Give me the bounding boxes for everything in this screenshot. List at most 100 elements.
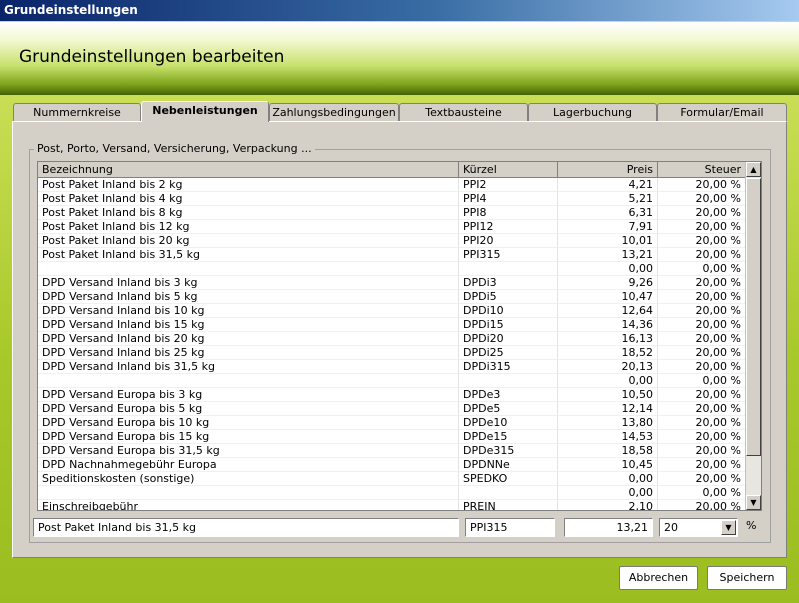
column-header-bezeichnung[interactable]: Bezeichnung bbox=[38, 162, 459, 178]
cell-kuerzel: SPEDKO bbox=[459, 472, 558, 486]
cell-bezeichnung: Speditionskosten (sonstige) bbox=[38, 472, 459, 486]
cell-preis: 0,00 bbox=[558, 472, 658, 486]
cell-kuerzel: DPDi20 bbox=[459, 332, 558, 346]
cell-preis: 20,13 bbox=[558, 360, 658, 374]
cell-steuer: 20,00 % bbox=[658, 206, 746, 220]
cell-preis: 10,47 bbox=[558, 290, 658, 304]
cell-bezeichnung bbox=[38, 374, 459, 388]
tab-formular-email[interactable]: Formular/Email bbox=[657, 103, 787, 122]
cell-preis: 12,64 bbox=[558, 304, 658, 318]
cell-steuer: 20,00 % bbox=[658, 318, 746, 332]
column-header-steuer[interactable]: Steuer bbox=[658, 162, 746, 178]
cell-kuerzel: PPI20 bbox=[459, 234, 558, 248]
table-row[interactable]: DPD Versand Inland bis 10 kg DPDi10 12,64 2… bbox=[38, 304, 746, 318]
page-header: Grundeinstellungen bearbeiten bbox=[0, 21, 799, 96]
cell-preis: 12,14 bbox=[558, 402, 658, 416]
table-row[interactable]: DPD Nachnahmegebühr Europa DPDNNe 10,45 20,… bbox=[38, 458, 746, 472]
cell-bezeichnung: DPD Versand Europa bis 15 kg bbox=[38, 430, 459, 444]
table-row[interactable]: Einschreibgebühr PREIN 2,10 20,00 % bbox=[38, 500, 746, 510]
table-row[interactable]: Speditionskosten (sonstige) SPEDKO 0,00 20,… bbox=[38, 472, 746, 486]
cell-kuerzel: DPDe10 bbox=[459, 416, 558, 430]
cell-preis: 14,53 bbox=[558, 430, 658, 444]
cell-preis: 10,50 bbox=[558, 388, 658, 402]
table-row[interactable]: DPD Versand Europa bis 15 kg DPDe15 14,53 2… bbox=[38, 430, 746, 444]
table-row[interactable]: Post Paket Inland bis 4 kg PPI4 5,21 20,00 … bbox=[38, 192, 746, 206]
services-table[interactable]: Bezeichnung Kürzel Preis Steuer Post Pak… bbox=[37, 161, 762, 511]
cell-bezeichnung: Post Paket Inland bis 4 kg bbox=[38, 192, 459, 206]
cell-steuer: 20,00 % bbox=[658, 430, 746, 444]
table-row[interactable]: DPD Versand Europa bis 5 kg DPDe5 12,14 20,… bbox=[38, 402, 746, 416]
cell-preis: 0,00 bbox=[558, 374, 658, 388]
cell-preis: 2,10 bbox=[558, 500, 658, 510]
cell-kuerzel bbox=[459, 374, 558, 388]
cell-steuer: 0,00 % bbox=[658, 262, 746, 276]
cell-bezeichnung: DPD Versand Europa bis 3 kg bbox=[38, 388, 459, 402]
cell-kuerzel: DPDe15 bbox=[459, 430, 558, 444]
bezeichnung-input[interactable]: Post Paket Inland bis 31,5 kg bbox=[33, 518, 459, 537]
table-row[interactable]: Post Paket Inland bis 20 kg PPI20 10,01 20,… bbox=[38, 234, 746, 248]
table-row[interactable]: DPD Versand Europa bis 31,5 kg DPDe315 18,… bbox=[38, 444, 746, 458]
cell-bezeichnung: Post Paket Inland bis 20 kg bbox=[38, 234, 459, 248]
table-row[interactable]: DPD Versand Europa bis 10 kg DPDe10 13,80 2… bbox=[38, 416, 746, 430]
tab-zahlungsbedingungen[interactable]: Zahlungsbedingungen bbox=[269, 103, 399, 122]
table-row[interactable]: DPD Versand Inland bis 15 kg DPDi15 14,36 2… bbox=[38, 318, 746, 332]
chevron-down-icon[interactable]: ▼ bbox=[721, 520, 736, 535]
cell-kuerzel: DPDNNe bbox=[459, 458, 558, 472]
cell-bezeichnung bbox=[38, 262, 459, 276]
cell-preis: 16,13 bbox=[558, 332, 658, 346]
tab-nummernkreise[interactable]: Nummernkreise bbox=[13, 103, 141, 122]
table-row[interactable]: Post Paket Inland bis 12 kg PPI12 7,91 20,0… bbox=[38, 220, 746, 234]
cell-kuerzel: DPDe3 bbox=[459, 388, 558, 402]
column-header-preis[interactable]: Preis bbox=[558, 162, 658, 178]
down-arrow-icon[interactable]: ▼ bbox=[746, 495, 761, 510]
table-row[interactable]: DPD Versand Inland bis 31,5 kg DPDi315 20,… bbox=[38, 360, 746, 374]
tab-nebenleistungen[interactable]: Nebenleistungen bbox=[141, 101, 269, 122]
cell-steuer: 20,00 % bbox=[658, 178, 746, 192]
cancel-button[interactable]: Abbrechen bbox=[619, 566, 698, 590]
cell-preis: 13,80 bbox=[558, 416, 658, 430]
table-row[interactable]: 0,00 0,00 % bbox=[38, 262, 746, 276]
table-row[interactable]: DPD Versand Inland bis 20 kg DPDi20 16,13 2… bbox=[38, 332, 746, 346]
tab-textbausteine[interactable]: Textbausteine bbox=[399, 103, 528, 122]
table-row[interactable]: DPD Versand Inland bis 25 kg DPDi25 18,52 2… bbox=[38, 346, 746, 360]
cell-preis: 10,45 bbox=[558, 458, 658, 472]
cell-steuer: 20,00 % bbox=[658, 416, 746, 430]
vertical-scrollbar[interactable]: ▲ ▼ bbox=[745, 162, 761, 510]
page-title: Grundeinstellungen bearbeiten bbox=[19, 47, 285, 67]
table-row[interactable]: Post Paket Inland bis 8 kg PPI8 6,31 20,00 … bbox=[38, 206, 746, 220]
cell-bezeichnung: DPD Versand Inland bis 5 kg bbox=[38, 290, 459, 304]
cell-steuer: 20,00 % bbox=[658, 444, 746, 458]
steuer-select[interactable]: 20 ▼ bbox=[659, 518, 738, 537]
scrollbar-thumb[interactable] bbox=[746, 178, 761, 456]
cell-kuerzel: DPDi3 bbox=[459, 276, 558, 290]
column-header-kuerzel[interactable]: Kürzel bbox=[459, 162, 558, 178]
cell-kuerzel: PPI8 bbox=[459, 206, 558, 220]
cell-steuer: 20,00 % bbox=[658, 402, 746, 416]
tab-lagerbuchung[interactable]: Lagerbuchung bbox=[528, 103, 657, 122]
cell-preis: 9,26 bbox=[558, 276, 658, 290]
table-row[interactable]: DPD Versand Inland bis 5 kg DPDi5 10,47 20,… bbox=[38, 290, 746, 304]
window-title: Grundeinstellungen bbox=[0, 0, 799, 21]
up-arrow-icon[interactable]: ▲ bbox=[746, 162, 761, 177]
cell-bezeichnung: Post Paket Inland bis 8 kg bbox=[38, 206, 459, 220]
cell-kuerzel: DPDi10 bbox=[459, 304, 558, 318]
cell-bezeichnung: DPD Versand Europa bis 31,5 kg bbox=[38, 444, 459, 458]
table-row[interactable]: Post Paket Inland bis 2 kg PPI2 4,21 20,00 … bbox=[38, 178, 746, 192]
cell-steuer: 0,00 % bbox=[658, 486, 746, 500]
kuerzel-input[interactable]: PPI315 bbox=[465, 518, 555, 537]
cell-bezeichnung: DPD Versand Europa bis 5 kg bbox=[38, 402, 459, 416]
preis-input[interactable]: 13,21 bbox=[564, 518, 653, 537]
cell-preis: 18,58 bbox=[558, 444, 658, 458]
table-row[interactable]: Post Paket Inland bis 31,5 kg PPI315 13,21… bbox=[38, 248, 746, 262]
cell-bezeichnung bbox=[38, 486, 459, 500]
table-row[interactable]: DPD Versand Inland bis 3 kg DPDi3 9,26 20,0… bbox=[38, 276, 746, 290]
cell-bezeichnung: Post Paket Inland bis 2 kg bbox=[38, 178, 459, 192]
group-legend: Post, Porto, Versand, Versicherung, Verp… bbox=[34, 142, 315, 155]
cell-bezeichnung: Einschreibgebühr bbox=[38, 500, 459, 510]
table-row[interactable]: 0,00 0,00 % bbox=[38, 486, 746, 500]
table-row[interactable]: DPD Versand Europa bis 3 kg DPDe3 10,50 20,… bbox=[38, 388, 746, 402]
cell-steuer: 20,00 % bbox=[658, 458, 746, 472]
save-button[interactable]: Speichern bbox=[707, 566, 787, 590]
table-row[interactable]: 0,00 0,00 % bbox=[38, 374, 746, 388]
cell-steuer: 20,00 % bbox=[658, 290, 746, 304]
